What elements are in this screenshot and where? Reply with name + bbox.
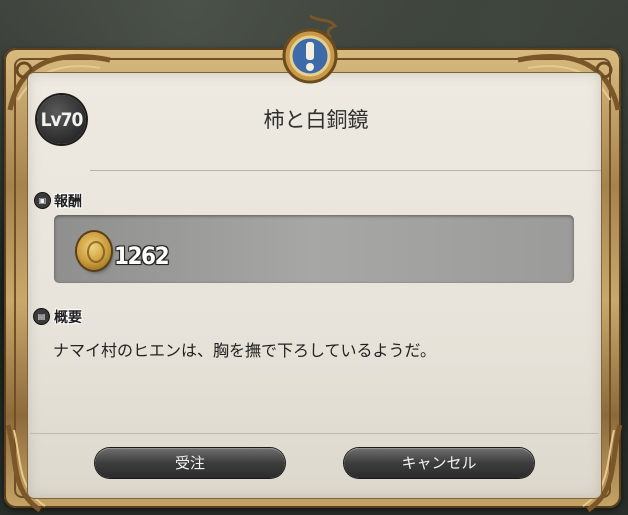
overview-label: 概要 (54, 310, 82, 326)
title-divider (90, 170, 601, 171)
quest-title: 柿と白銅鏡 (263, 108, 369, 132)
gil-coin-icon[interactable] (77, 232, 111, 270)
reward-label: 報酬 (54, 194, 82, 210)
footer-divider (30, 433, 599, 434)
reward-icon: ▣ (35, 193, 50, 208)
accept-button[interactable]: 受注 (95, 448, 285, 478)
quest-description: ナマイ村のヒエンは、胸を撫で下ろしているようだ。 (53, 341, 437, 360)
level-badge: Lv70 (37, 95, 86, 144)
reward-gil-amount: 1262 (114, 242, 170, 270)
overview-book-icon: ▤ (34, 309, 49, 324)
cancel-button[interactable]: キャンセル (344, 448, 534, 478)
dialog-panel (28, 73, 601, 498)
quest-exclamation-icon (282, 14, 338, 84)
